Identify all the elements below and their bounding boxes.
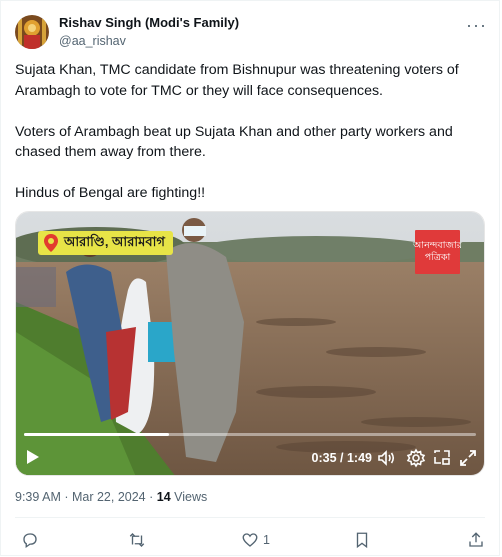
tweet-timestamp[interactable]: 9:39 AM · Mar 22, 2024 · [15, 490, 157, 504]
like-icon [242, 533, 258, 547]
reply-button[interactable] [21, 529, 39, 551]
settings-icon[interactable] [406, 448, 426, 468]
pip-icon[interactable] [432, 448, 452, 468]
share-icon [469, 532, 483, 547]
like-count: 1 [263, 533, 270, 547]
views-label: Views [170, 490, 208, 504]
tweet-header: Rishav Singh (Modi's Family) @aa_rishav … [15, 13, 489, 53]
video-progress-bar[interactable] [24, 433, 476, 436]
more-icon[interactable]: ··· [466, 15, 487, 36]
like-button[interactable]: 1 [241, 529, 270, 551]
channel-logo-line2: পত্রিকা [424, 252, 451, 263]
play-icon[interactable] [26, 449, 40, 470]
volume-icon[interactable] [376, 448, 396, 468]
views-count: 14 [156, 490, 171, 504]
tweet-paragraph: Voters of Arambagh beat up Sujata Khan a… [15, 123, 453, 161]
video-controls: 0:35 / 1:49 [16, 445, 484, 471]
action-bar: 1 [15, 529, 489, 551]
tweet-meta: 9:39 AM · Mar 22, 2024 · 14 Views [15, 490, 207, 504]
tweet-card: Rishav Singh (Modi's Family) @aa_rishav … [0, 0, 500, 556]
avatar[interactable] [15, 15, 49, 49]
author-handle[interactable]: @aa_rishav [59, 34, 126, 48]
location-pin-icon [44, 234, 58, 252]
author-name[interactable]: Rishav Singh (Modi's Family) [59, 15, 239, 30]
video-player[interactable]: আরাণ্ডি, আরামবাগ আনন্দবাজার পত্রিকা 0:35… [15, 211, 485, 476]
location-text: আরাণ্ডি, আরামবাগ [64, 233, 165, 249]
bookmark-icon [356, 532, 368, 549]
channel-logo-line1: আনন্দবাজার [413, 240, 462, 251]
retweet-icon [129, 533, 145, 547]
tweet-paragraph: Sujata Khan, TMC candidate from Bishnupu… [15, 62, 459, 99]
tweet-text: Sujata Khan, TMC candidate from Bishnupu… [15, 60, 493, 224]
fullscreen-icon[interactable] [458, 448, 478, 468]
share-button[interactable] [467, 529, 485, 551]
bookmark-button[interactable] [353, 529, 371, 551]
tweet-paragraph: Hindus of Bengal are fighting!! [15, 185, 206, 201]
divider [15, 517, 485, 518]
location-tag: আরাণ্ডি, আরামবাগ [38, 231, 173, 255]
channel-logo: আনন্দবাজার পত্রিকা [413, 230, 462, 274]
video-progress-fill [24, 433, 169, 436]
reply-icon [23, 533, 37, 549]
video-time: 0:35 / 1:49 [311, 451, 372, 465]
retweet-button[interactable] [128, 529, 146, 551]
